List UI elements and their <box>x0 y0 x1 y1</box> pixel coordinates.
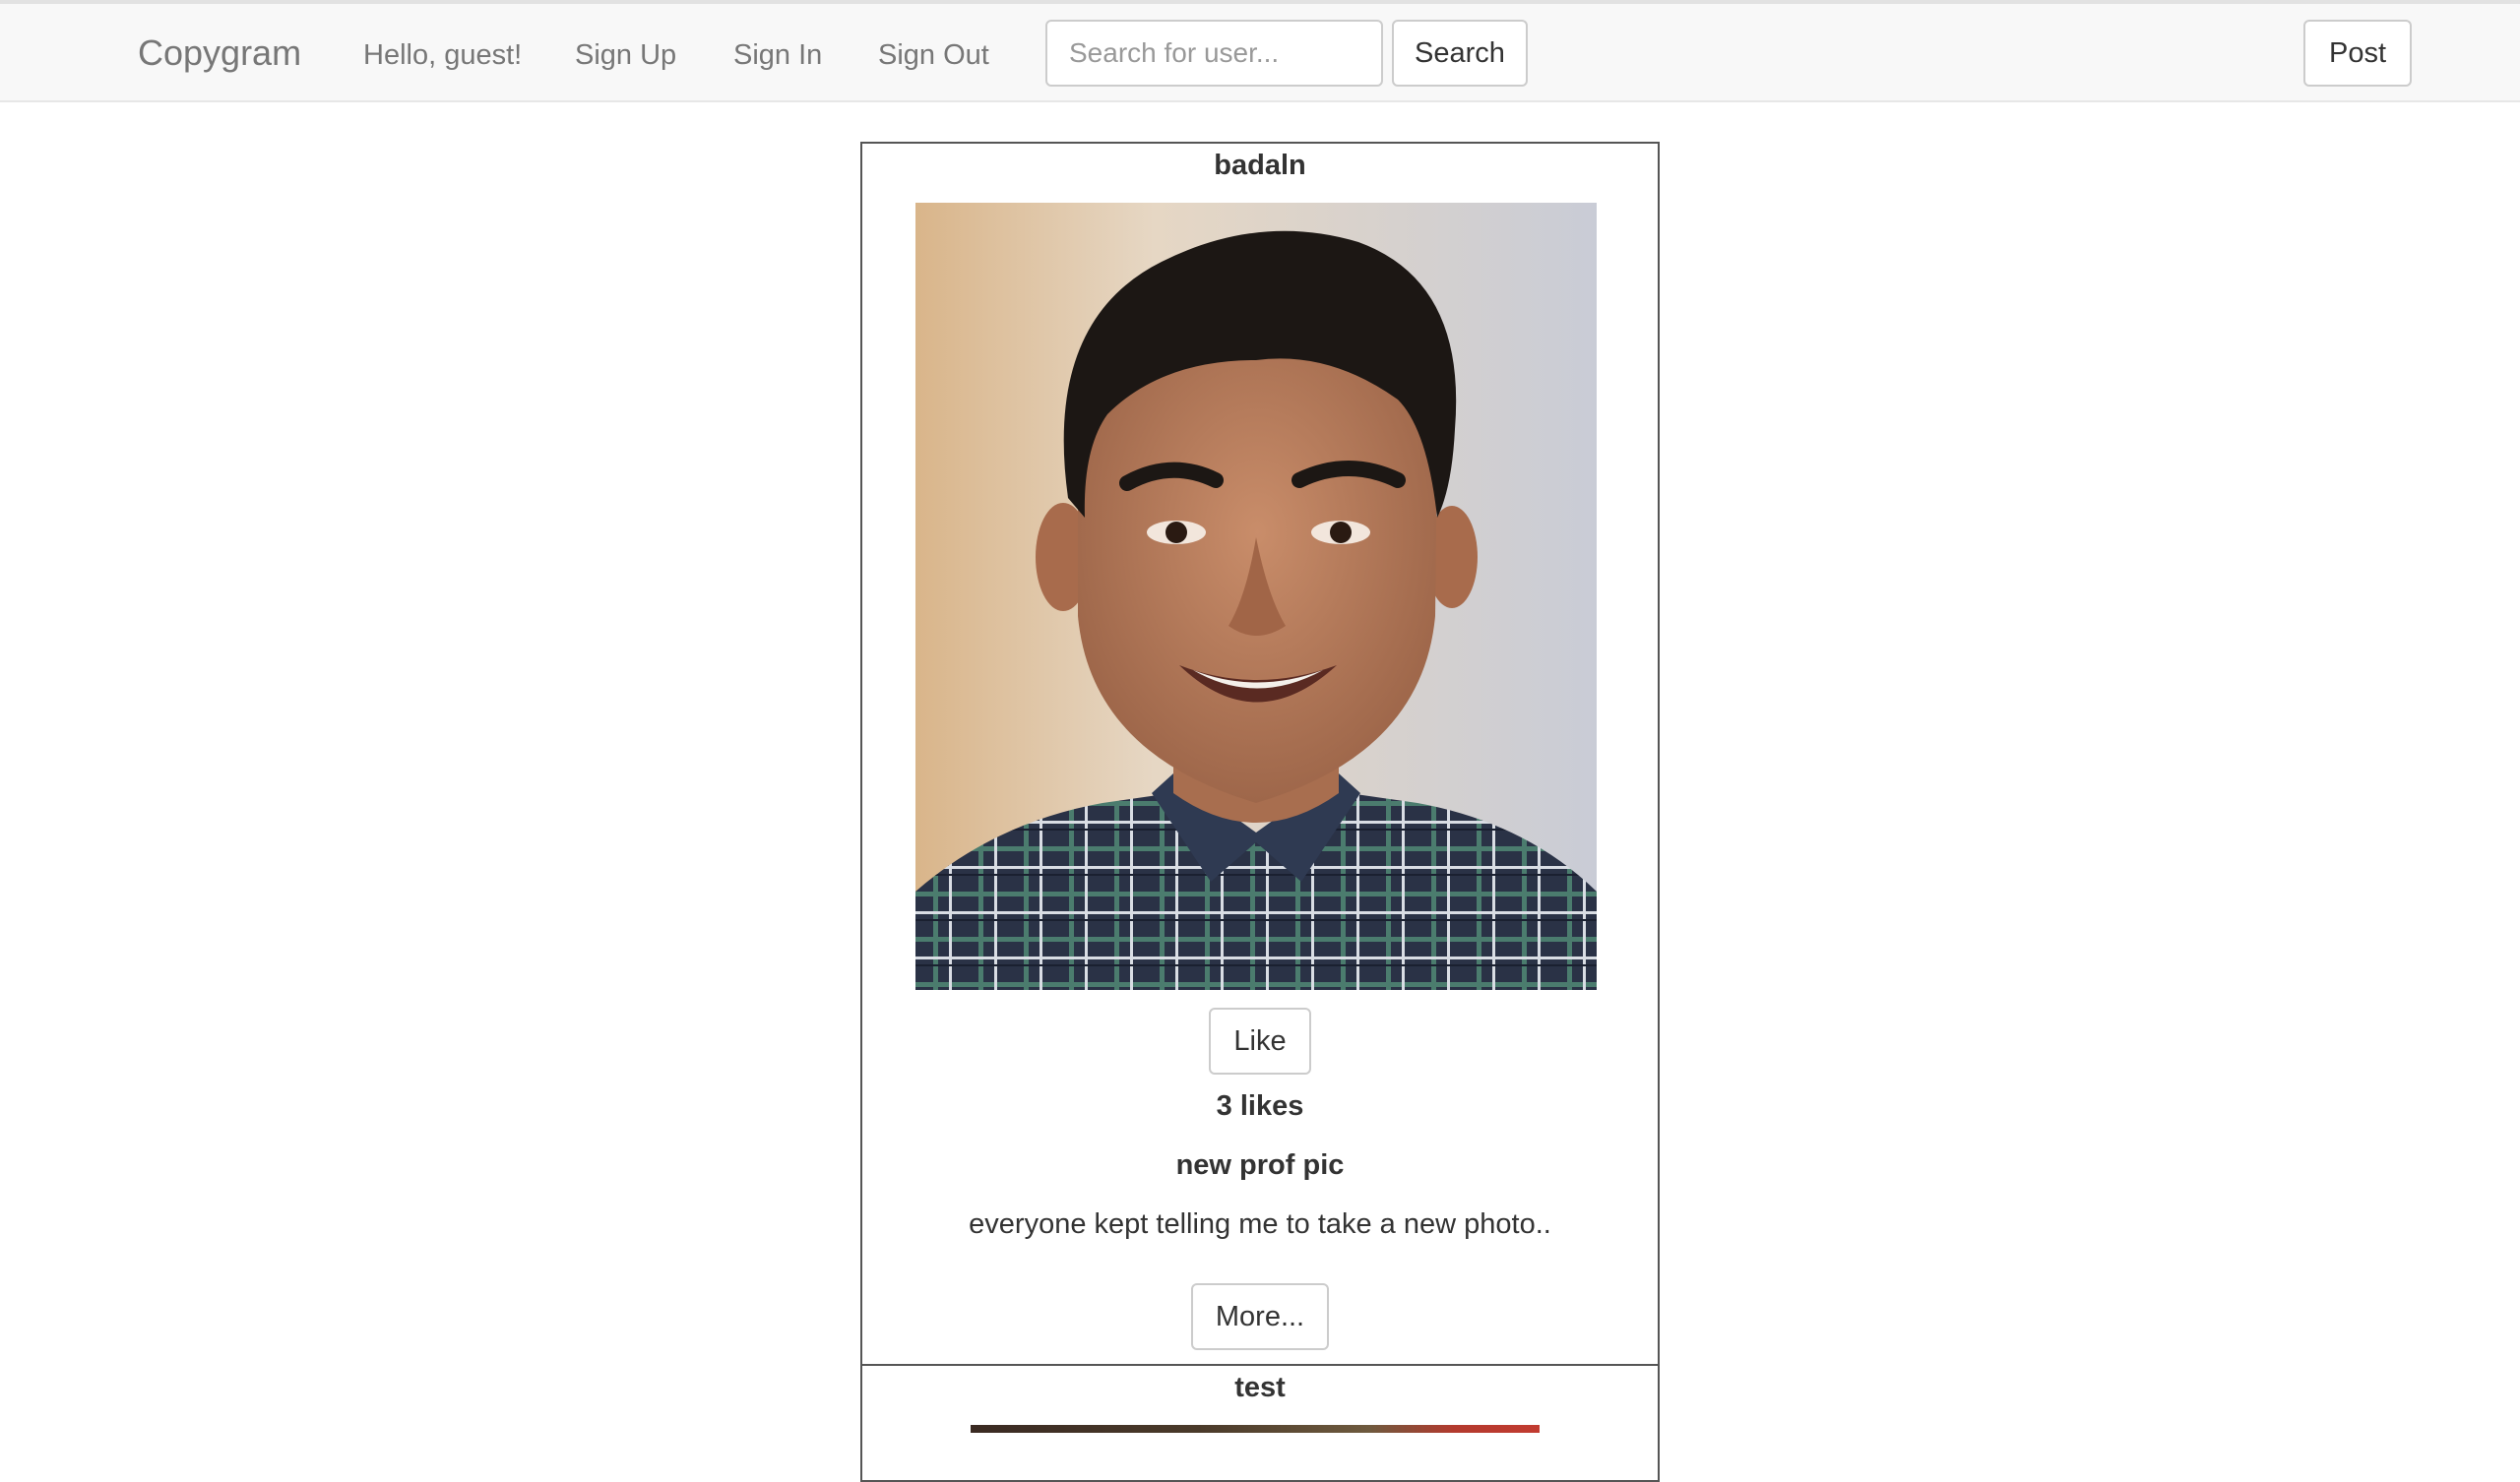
post-photo-preview <box>971 1425 1540 1433</box>
brand-link[interactable]: Copygram <box>138 30 301 77</box>
post-body: everyone kept telling me to take a new p… <box>969 1208 1551 1240</box>
post-card: badaln Like 3 likes new prof pic everyon… <box>860 142 1660 1367</box>
like-button[interactable]: Like <box>1209 1008 1311 1075</box>
search-button[interactable]: Search <box>1392 20 1528 87</box>
post-card: test <box>860 1364 1660 1482</box>
post-title: new prof pic <box>1175 1149 1345 1181</box>
like-count: 3 likes <box>1216 1090 1304 1122</box>
post-username[interactable]: badaln <box>862 150 1658 182</box>
more-button[interactable]: More... <box>1191 1283 1329 1350</box>
post-photo <box>915 203 1597 990</box>
nav-sign-up[interactable]: Sign Up <box>575 33 676 77</box>
post-username[interactable]: test <box>862 1372 1658 1404</box>
nav-sign-in[interactable]: Sign In <box>733 33 822 77</box>
post-button[interactable]: Post <box>2303 20 2412 87</box>
greeting-text: Hello, guest! <box>363 39 523 71</box>
search-input[interactable] <box>1045 20 1383 87</box>
nav-sign-out[interactable]: Sign Out <box>878 33 989 77</box>
navbar: Copygram Hello, guest! Sign Up Sign In S… <box>0 4 2520 102</box>
